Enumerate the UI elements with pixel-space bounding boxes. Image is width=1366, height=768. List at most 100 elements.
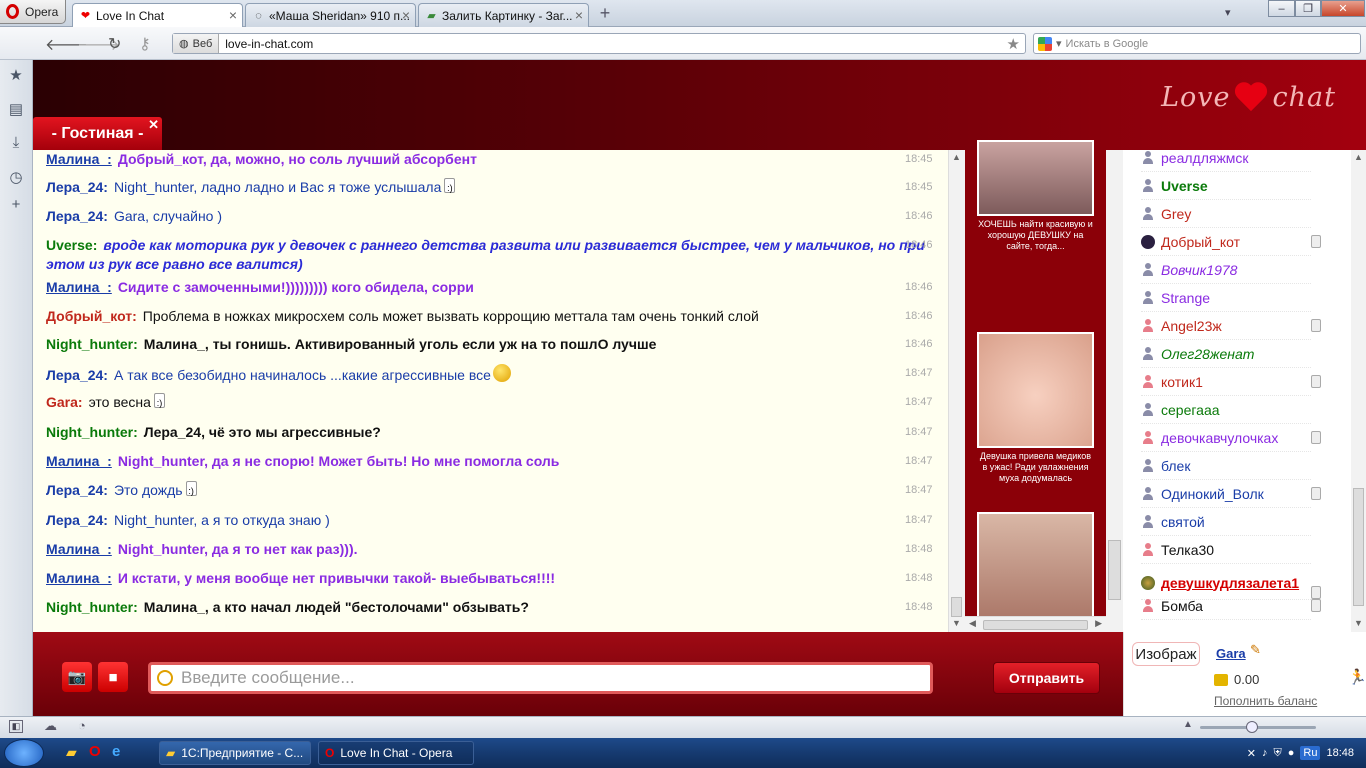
user-name[interactable]: Uverse [1161,178,1208,194]
user-name[interactable]: святой [1161,514,1205,530]
running-man-icon[interactable]: 🏃 [1348,668,1366,686]
message-author[interactable]: Night_hunter: [46,336,138,352]
zoom-up-icon[interactable]: ▲ [1183,719,1193,730]
user-name[interactable]: Angel23ж [1161,318,1222,334]
zoom-slider[interactable] [1200,726,1316,729]
message-author[interactable]: Лера_24: [46,179,108,195]
web-badge[interactable]: ◍ Веб [173,34,220,53]
user-list-item[interactable]: Uverse [1141,173,1311,200]
pencil-icon[interactable]: ✎ [1250,642,1261,658]
tab-love-in-chat[interactable]: ❤ Love In Chat × [72,3,243,27]
user-list-item[interactable]: серегааа [1141,397,1311,424]
message-author[interactable]: Night_hunter: [46,424,138,440]
search-field[interactable]: ▾ Искать в Google [1033,33,1361,54]
history-clock-icon[interactable]: ◷ [7,168,25,186]
ie-quicklaunch-icon[interactable]: e [112,743,120,760]
camera-button[interactable]: 📷 [62,662,92,692]
close-icon[interactable]: × [402,7,410,23]
taskbar-item-1c[interactable]: ▰ 1С:Предприятие - С... [159,741,311,765]
maximize-button[interactable]: ❐ [1295,0,1321,17]
reload-icon[interactable]: ↻ [108,34,121,54]
user-name[interactable]: Бомба [1161,598,1203,614]
bookmark-star-icon[interactable]: ★ [1007,35,1020,53]
smiley-icon[interactable] [157,670,173,686]
message-author[interactable]: Добрый_кот: [46,308,137,324]
user-name[interactable]: реалдляжмск [1161,150,1249,166]
close-icon[interactable]: × [575,7,583,23]
scroll-left-icon[interactable]: ◀ [969,618,976,629]
image-button[interactable]: Изображ [1132,642,1200,666]
start-button[interactable] [4,739,44,767]
message-author[interactable]: Лера_24: [46,208,108,224]
status-icon[interactable]: ● [1288,747,1295,759]
user-name[interactable]: девушкудлязалета1 [1161,575,1299,591]
message-author[interactable]: Uverse: [46,237,97,253]
tab-list-chevron-down-icon[interactable]: ▾ [1225,6,1231,19]
chat-scrollbar[interactable]: ▲ ▼ [948,150,965,632]
user-name[interactable]: котик1 [1161,374,1203,390]
tab-zalit-kartinku[interactable]: ▰ Залить Картинку - Заг... × [418,3,589,27]
chat-scroll-thumb[interactable] [951,597,962,617]
tab-masha-sheridan[interactable]: ◌ «Маша Sheridan» 910 п... × [245,3,416,27]
user-list-item[interactable]: котик1 [1141,369,1321,396]
send-button[interactable]: Отправить [993,662,1100,694]
ad-banner[interactable]: Девушка привела медиков в ужас! Ради увл… [977,332,1094,484]
ad-photo[interactable] [977,512,1094,628]
video-button[interactable]: ■ [98,662,128,692]
ad-scrollbar[interactable] [1106,150,1123,632]
ad-caption[interactable]: ХОЧЕШЬ найти красивую и хорошую ДЕВУШКУ … [977,219,1094,252]
scroll-down-icon[interactable]: ▼ [1354,618,1363,628]
message-author[interactable]: Лера_24: [46,512,108,528]
scroll-right-icon[interactable]: ▶ [1095,618,1102,629]
user-list-scrollbar[interactable]: ▲ ▼ [1351,150,1366,632]
user-list-item[interactable]: Добрый_кот [1141,229,1321,256]
close-window-button[interactable]: ✕ [1321,0,1365,17]
key-icon[interactable]: ⚷ [139,34,151,54]
user-list-item[interactable]: блек [1141,453,1311,480]
user-list-item[interactable]: Телка30 [1141,537,1311,564]
room-tab-gostinaya[interactable]: - Гостиная - ✕ [33,117,162,150]
opera-quicklaunch-icon[interactable]: O [89,743,101,760]
panel-toggle-icon[interactable]: ◧ [9,720,23,733]
network-icon[interactable]: ✕ [1247,747,1256,760]
user-name[interactable]: Strange [1161,290,1210,306]
folder-icon[interactable]: ▰ [66,744,77,761]
shield-icon[interactable]: ⛨ [1274,747,1282,760]
speed-dial-icon[interactable]: ◔ [78,718,86,733]
user-list-item[interactable]: Angel23ж [1141,313,1321,340]
ad-photo[interactable] [977,332,1094,448]
scroll-down-icon[interactable]: ▼ [952,618,961,628]
user-list-item[interactable]: реалдляжмск [1141,150,1311,172]
close-icon[interactable]: × [229,7,237,23]
topup-link[interactable]: Пополнить баланс [1214,694,1317,708]
user-name[interactable]: Вовчик1978 [1161,262,1237,278]
user-list-item[interactable]: Олег28женат [1141,341,1311,368]
message-author[interactable]: Малина_: [46,541,112,557]
user-name[interactable]: Олег28женат [1161,346,1254,362]
message-author[interactable]: Лера_24: [46,482,108,498]
message-author[interactable]: Малина_: [46,151,112,167]
zoom-slider-thumb[interactable] [1246,721,1258,733]
user-name[interactable]: Grey [1161,206,1191,222]
ad-scroll-thumb[interactable] [1108,540,1121,600]
message-author[interactable]: Night_hunter: [46,599,138,615]
user-list-item[interactable]: Бомба [1141,593,1321,620]
cloud-icon[interactable]: ☁ [44,718,57,734]
user-name[interactable]: Одинокий_Волк [1161,486,1264,502]
user-name[interactable]: Телка30 [1161,542,1214,558]
ad-hscroll-thumb[interactable] [983,620,1088,630]
minimize-button[interactable]: – [1268,0,1295,17]
bookmarks-star-icon[interactable]: ★ [7,66,25,84]
user-list-item[interactable]: святой [1141,509,1311,536]
downloads-icon[interactable]: ⤓ [7,134,25,152]
scroll-up-icon[interactable]: ▲ [952,152,961,162]
message-input[interactable]: Введите сообщение... [148,662,933,694]
address-field[interactable]: ◍ Веб love-in-chat.com ★ [172,33,1026,54]
message-author[interactable]: Малина_: [46,570,112,586]
user-scroll-thumb[interactable] [1353,488,1364,606]
volume-icon[interactable]: ♪ [1262,747,1268,759]
user-name[interactable]: блек [1161,458,1190,474]
account-username[interactable]: Gara [1216,646,1246,661]
message-author[interactable]: Малина_: [46,453,112,469]
ad-caption[interactable]: Девушка привела медиков в ужас! Ради увл… [977,451,1094,484]
